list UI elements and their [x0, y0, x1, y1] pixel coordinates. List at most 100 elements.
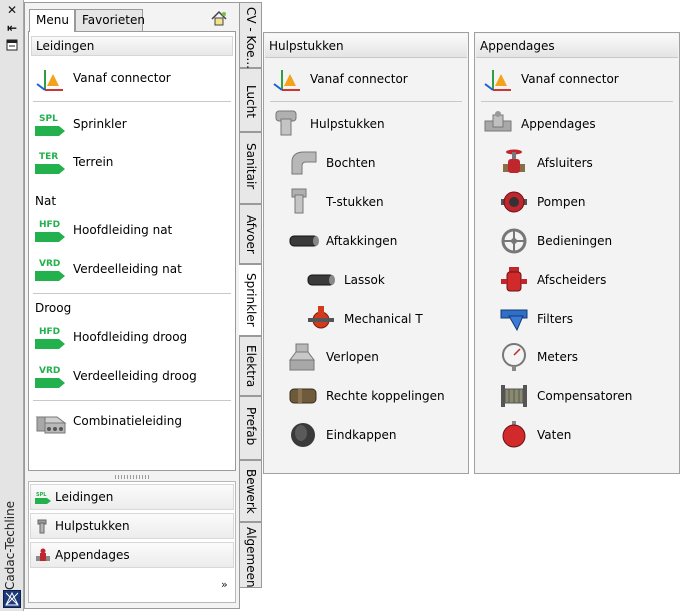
main-palette: Menu Favorieten Leidingen Vanaf connecto… — [24, 2, 240, 609]
vtab-label: Prefab — [244, 407, 258, 446]
item-label: Vaten — [537, 428, 572, 442]
svg-text:VRD: VRD — [39, 259, 60, 269]
item-label: Eindkappen — [326, 428, 397, 442]
item-compensatoren[interactable]: Compensatoren — [479, 379, 673, 415]
item-label: Vanaf connector — [310, 72, 408, 86]
item-sprinkler[interactable]: SPL Sprinkler — [31, 108, 233, 142]
branch-icon — [288, 226, 320, 256]
vtab-afvoer[interactable]: Afvoer — [240, 204, 262, 264]
app-title: Cadac-Techline — [3, 500, 17, 590]
more-chevron-icon[interactable]: » — [221, 578, 228, 591]
item-vaten[interactable]: Vaten — [479, 418, 673, 454]
tee-fitting-icon — [272, 109, 304, 139]
item-verdeelleiding-nat[interactable]: VRD Verdeelleiding nat — [31, 253, 233, 287]
item-eindkappen[interactable]: Eindkappen — [268, 418, 462, 454]
item-label: Pompen — [537, 195, 586, 209]
auto-hide-icon[interactable]: ⇤ — [4, 21, 20, 35]
item-hulpstukken[interactable]: Hulpstukken — [268, 107, 462, 143]
vtab-label: Bewerk — [244, 469, 258, 514]
tab-menu[interactable]: Menu — [29, 9, 75, 32]
item-label: Terrein — [73, 155, 114, 169]
item-label: Combinatieleiding — [73, 414, 182, 428]
item-label: Verlopen — [326, 350, 379, 364]
reducer-icon — [288, 342, 320, 372]
vrd-icon: VRD — [35, 362, 67, 392]
item-label: Sprinkler — [73, 117, 127, 131]
item-lassok[interactable]: Lassok — [268, 263, 462, 299]
item-verlopen[interactable]: Verlopen — [268, 340, 462, 376]
hfd-icon: HFD — [35, 216, 67, 246]
item-vanaf-connector[interactable]: Vanaf connector — [479, 62, 673, 98]
vtab-label: Algemeen — [244, 527, 258, 588]
tab-favorieten[interactable]: Favorieten — [75, 9, 145, 31]
mechanical-tee-icon — [306, 304, 338, 334]
item-label: Hoofdleiding droog — [73, 330, 188, 344]
vtab-label: Afvoer — [244, 215, 258, 254]
section-label-nat: Nat — [35, 194, 57, 208]
coupling-icon — [288, 381, 320, 411]
item-filters[interactable]: Filters — [479, 302, 673, 338]
splitter-grip[interactable] — [115, 475, 149, 479]
connector-icon — [483, 64, 515, 94]
flyout-appendages: Appendages Vanaf connector Appendages Af… — [474, 32, 680, 474]
item-meters[interactable]: Meters — [479, 340, 673, 376]
end-cap-icon — [288, 420, 320, 450]
vrd-icon: VRD — [35, 255, 67, 285]
properties-icon[interactable] — [4, 39, 20, 53]
item-mechanical-t[interactable]: Mechanical T — [268, 302, 462, 338]
item-label: Vanaf connector — [521, 72, 619, 86]
quick-item-hulpstukken[interactable]: Hulpstukken — [30, 513, 234, 539]
vtab-prefab[interactable]: Prefab — [240, 396, 262, 460]
quick-item-appendages[interactable]: Appendages — [30, 542, 234, 568]
item-afscheiders[interactable]: Afscheiders — [479, 263, 673, 299]
item-vanaf-connector[interactable]: Vanaf connector — [268, 62, 462, 98]
separator-icon — [499, 265, 531, 295]
item-hoofdleiding-droog[interactable]: HFD Hoofdleiding droog — [31, 321, 233, 355]
item-label: Afscheiders — [537, 273, 607, 287]
compensator-icon — [499, 381, 531, 411]
section-header-leidingen: Leidingen — [31, 36, 233, 56]
gauge-icon — [499, 342, 531, 372]
item-appendages[interactable]: Appendages — [479, 107, 673, 143]
vtab-cv-koe[interactable]: CV - Koe... — [240, 2, 262, 69]
item-bedieningen[interactable]: Bedieningen — [479, 224, 673, 260]
valve-icon — [499, 148, 531, 178]
svg-text:VRD: VRD — [39, 366, 60, 376]
item-aftakkingen[interactable]: Aftakkingen — [268, 224, 462, 260]
item-label: Verdeelleiding nat — [73, 262, 182, 276]
svg-text:SPL: SPL — [36, 492, 47, 498]
vtab-elektra[interactable]: Elektra — [240, 336, 262, 396]
quick-item-label: Appendages — [55, 548, 130, 562]
item-t-stukken[interactable]: T-stukken — [268, 185, 462, 221]
item-bochten[interactable]: Bochten — [268, 146, 462, 182]
flyout-hulpstukken: Hulpstukken Vanaf connector Hulpstukken … — [263, 32, 469, 474]
item-label: Bochten — [326, 156, 376, 170]
divider — [33, 400, 231, 401]
item-combinatieleiding[interactable]: Combinatieleiding — [31, 405, 233, 439]
close-icon[interactable]: ✕ — [4, 3, 20, 17]
vtab-algemeen[interactable]: Algemeen — [240, 522, 262, 588]
svg-text:TER: TER — [39, 152, 58, 162]
vtab-sprinkler[interactable]: Sprinkler — [239, 264, 262, 336]
quick-list: SPL Leidingen Hulpstukken Appendages » — [28, 481, 236, 603]
svg-text:HFD: HFD — [39, 220, 60, 230]
divider — [33, 293, 231, 294]
item-terrein[interactable]: TER Terrein — [31, 146, 233, 180]
vtab-lucht[interactable]: Lucht — [240, 68, 262, 132]
vtab-sanitair[interactable]: Sanitair — [240, 132, 262, 204]
item-verdeelleiding-droog[interactable]: VRD Verdeelleiding droog — [31, 360, 233, 394]
item-rechte-koppelingen[interactable]: Rechte koppelingen — [268, 379, 462, 415]
item-vanaf-connector[interactable]: Vanaf connector — [31, 62, 233, 96]
item-pompen[interactable]: Pompen — [479, 185, 673, 221]
vtab-bewerk[interactable]: Bewerk — [240, 460, 262, 522]
quick-item-leidingen[interactable]: SPL Leidingen — [30, 484, 234, 510]
item-afsluiters[interactable]: Afsluiters — [479, 146, 673, 182]
filter-icon — [499, 304, 531, 334]
home-settings-icon[interactable] — [209, 9, 229, 27]
tee-icon — [288, 187, 320, 217]
item-label: Afsluiters — [537, 156, 593, 170]
vtab-label: Elektra — [244, 345, 258, 388]
vtab-label: Lucht — [244, 85, 258, 118]
item-hoofdleiding-nat[interactable]: HFD Hoofdleiding nat — [31, 214, 233, 248]
flyout-title: Hulpstukken — [265, 34, 467, 58]
